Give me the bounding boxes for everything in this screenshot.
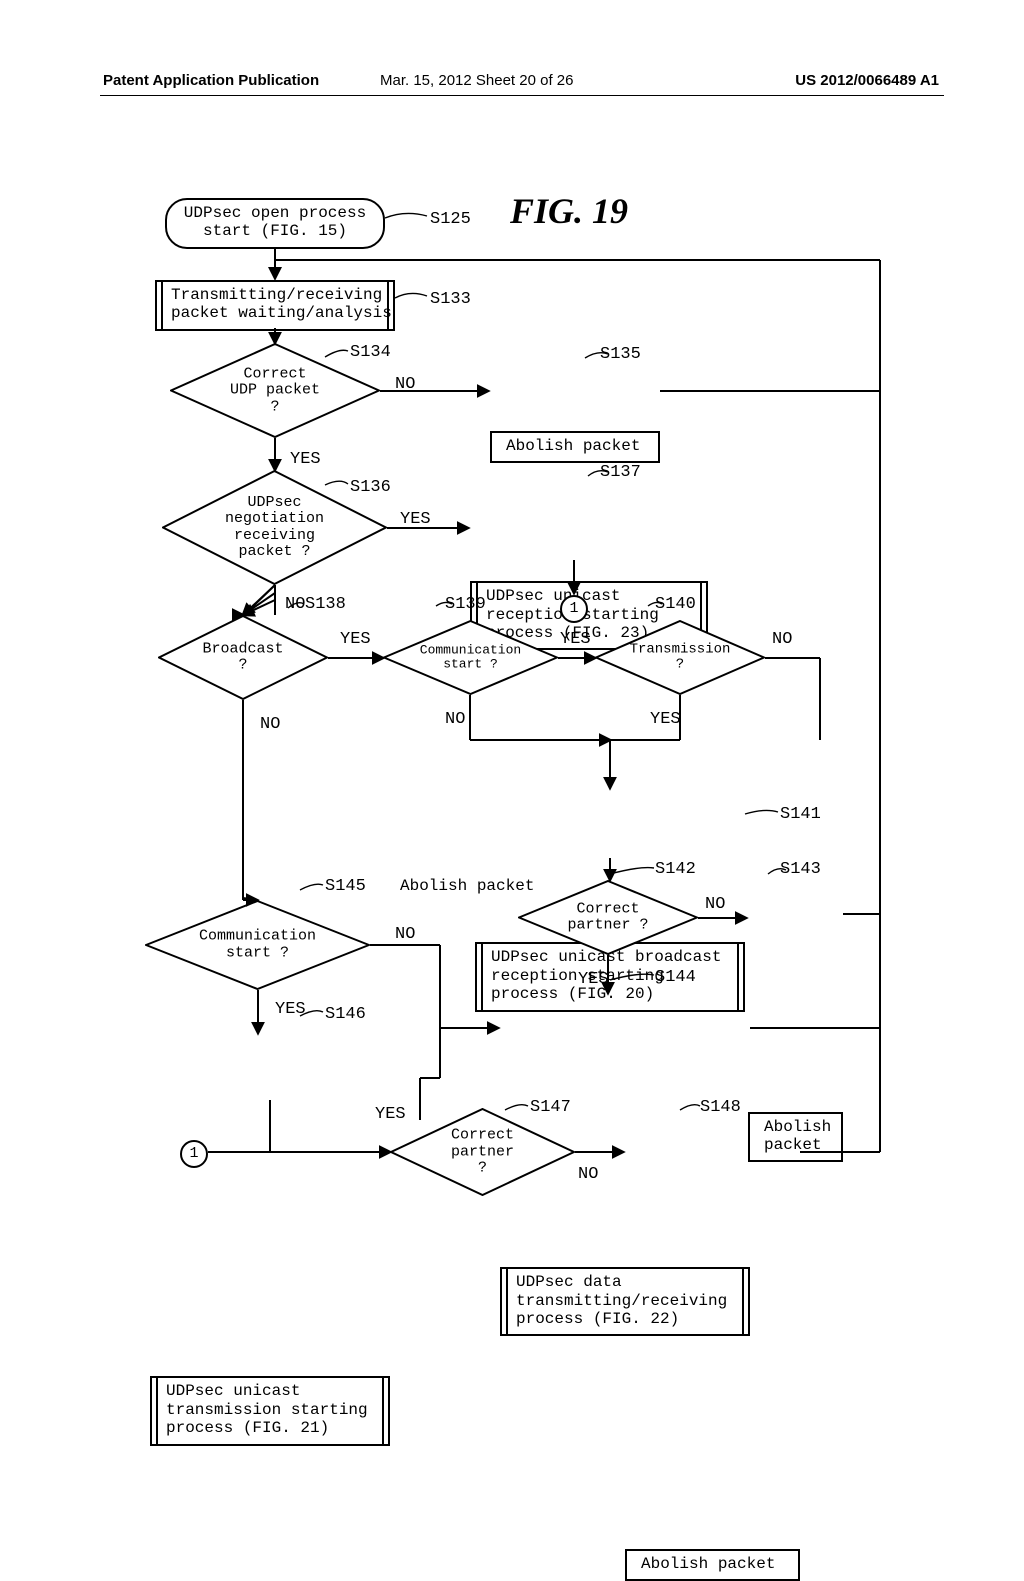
- label-s146: S146: [325, 1005, 366, 1024]
- label-s134: S134: [350, 343, 391, 362]
- label-s148: S148: [700, 1098, 741, 1117]
- edge-s142-no: NO: [705, 895, 725, 914]
- decision-broadcast: Broadcast ?: [158, 615, 328, 700]
- label-s138: S138: [305, 595, 346, 614]
- label-s142: S142: [655, 860, 696, 879]
- process-pkt-wait: Transmitting/receiving packet waiting/an…: [155, 280, 395, 331]
- edge-s140-no: NO: [772, 630, 792, 649]
- label-s143: S143: [780, 860, 821, 879]
- header-left: Patent Application Publication: [103, 72, 319, 89]
- edge-s147-yes: YES: [375, 1105, 406, 1124]
- edge-s142-yes: YES: [578, 970, 609, 989]
- edge-s147-no: NO: [578, 1165, 598, 1184]
- label-s135: S135: [600, 345, 641, 364]
- decision-correct-udp: Correct UDP packet ?: [170, 343, 380, 438]
- process-unicast-tx: UDPsec unicast transmission starting pro…: [150, 1376, 390, 1445]
- edge-s136-no: NO: [285, 595, 305, 614]
- figure-label: FIG. 19: [510, 190, 628, 232]
- process-data-txrx: UDPsec data transmitting/receiving proce…: [500, 1267, 750, 1336]
- connector-1-bottom: 1: [180, 1140, 208, 1168]
- label-s136: S136: [350, 478, 391, 497]
- decision-comm-start-1: Communication start ?: [383, 620, 558, 695]
- decision-transmission: Transmission ?: [595, 620, 765, 695]
- edge-s145-no: NO: [395, 925, 415, 944]
- process-abolish-2: Abolish packet: [748, 1112, 843, 1163]
- label-s125: S125: [430, 210, 471, 229]
- header-center: Mar. 15, 2012 Sheet 20 of 26: [380, 72, 573, 89]
- label-s147: S147: [530, 1098, 571, 1117]
- decision-correct-partner-1: Correct partner ?: [518, 880, 698, 955]
- label-s144: S144: [655, 968, 696, 987]
- decision-correct-partner-2: Correct partner ?: [390, 1108, 575, 1196]
- edge-s134-yes: YES: [290, 450, 321, 469]
- edge-s138-yes: YES: [340, 630, 371, 649]
- edge-s139-yes: YES: [560, 630, 591, 649]
- label-s141: S141: [780, 805, 821, 824]
- process-abolish-3: Abolish packet: [625, 1549, 800, 1581]
- edge-s136-yes: YES: [400, 510, 431, 529]
- label-s139: S139: [445, 595, 486, 614]
- connector-1-top: 1: [560, 595, 588, 623]
- start-terminator: UDPsec open process start (FIG. 15): [165, 198, 385, 249]
- flowchart: FIG. 19 UDPsec open process start (FIG. …: [100, 180, 920, 1280]
- label-s140: S140: [655, 595, 696, 614]
- decision-comm-start-2: Communication start ?: [145, 900, 370, 990]
- label-s137: S137: [600, 463, 641, 482]
- process-abolish-1: Abolish packet: [490, 431, 660, 463]
- header-right: US 2012/0066489 A1: [795, 72, 939, 89]
- edge-s145-yes: YES: [275, 1000, 306, 1019]
- label-s133: S133: [430, 290, 471, 309]
- edge-s140-yes: YES: [650, 710, 681, 729]
- label-s145: S145: [325, 877, 366, 896]
- edge-s134-no: NO: [395, 375, 415, 394]
- text-abolish-free: Abolish packet: [400, 877, 534, 895]
- edge-s138-no: NO: [260, 715, 280, 734]
- edge-s139-no: NO: [445, 710, 465, 729]
